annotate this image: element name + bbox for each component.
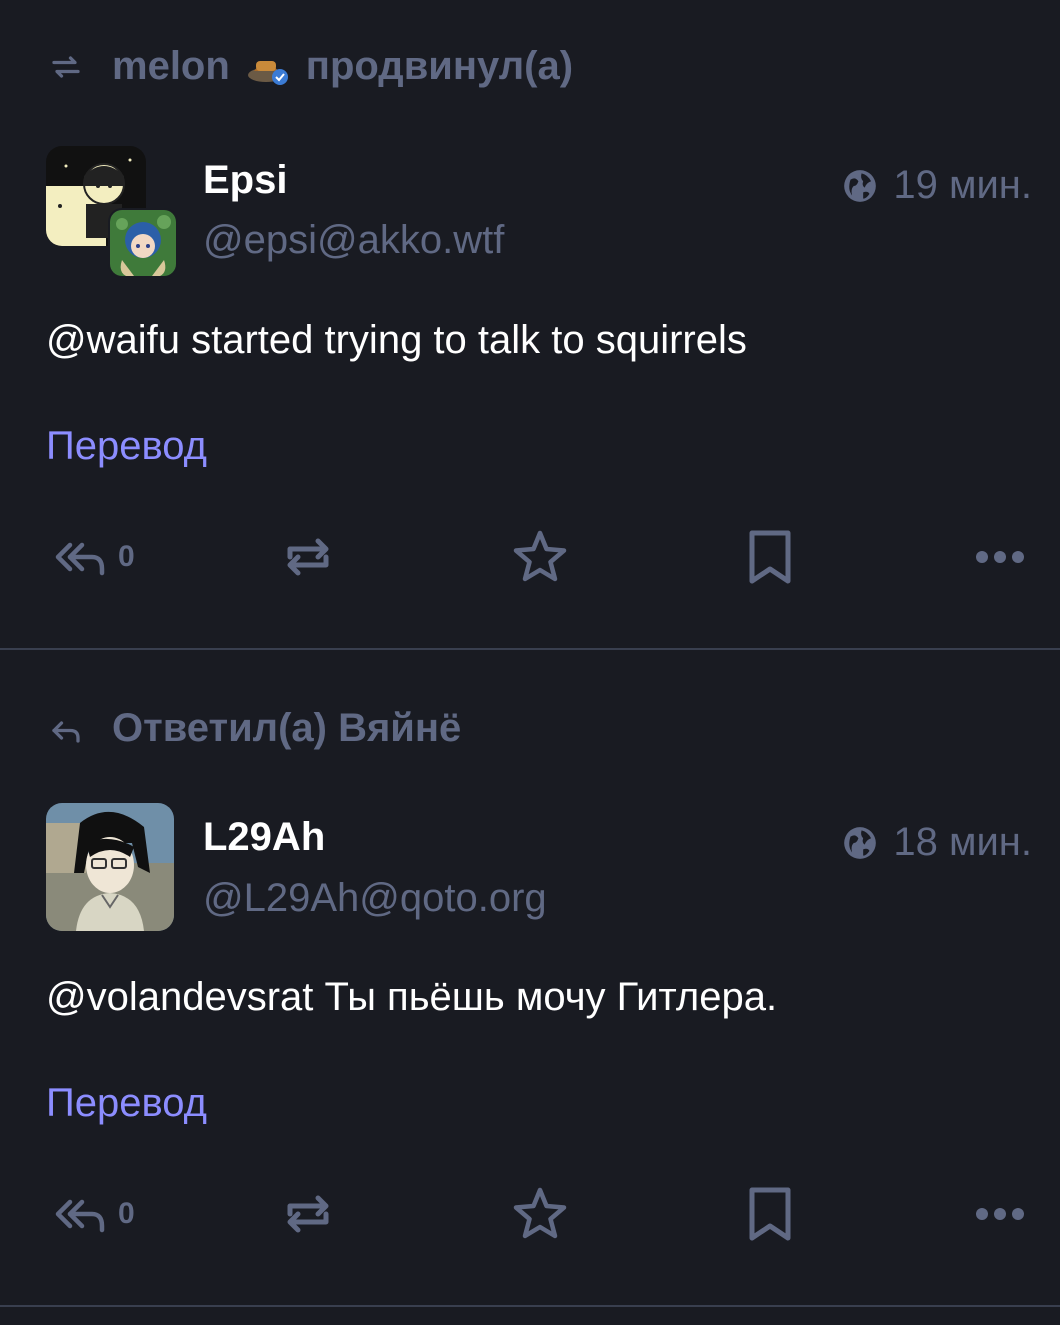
relative-time[interactable]: 19 мин.: [893, 163, 1032, 208]
globe-icon: [844, 826, 877, 859]
relative-time[interactable]: 18 мин.: [893, 820, 1032, 865]
favourite-button[interactable]: [510, 527, 570, 587]
bookmark-icon: [749, 1187, 791, 1241]
boost-icon: [287, 538, 329, 576]
reply-all-icon: [55, 1199, 105, 1233]
reply-all-icon: [55, 542, 105, 576]
boost-button[interactable]: [278, 527, 338, 587]
boost-icon: [52, 55, 80, 78]
more-icon: [976, 551, 1024, 563]
reply-button[interactable]: 0: [48, 1184, 135, 1244]
avatar[interactable]: [46, 803, 174, 931]
reply-context-text[interactable]: Ответил(а) Вяйнё: [112, 706, 461, 751]
reply-count: 0: [118, 540, 135, 573]
bookmark-icon: [749, 530, 791, 584]
status-content: @volandevsrat Ты пьёшь мочу Гитлера.: [46, 975, 778, 1019]
timestamp[interactable]: 19 мин.: [841, 163, 1032, 208]
account-handle[interactable]: @L29Ah@qoto.org: [203, 876, 547, 921]
custom-emoji-icon: [247, 60, 288, 85]
account-handle[interactable]: @epsi@akko.wtf: [203, 218, 504, 263]
action-bar: 0: [48, 1184, 1028, 1244]
account-avatar[interactable]: [46, 803, 174, 931]
reply-icon: [52, 720, 80, 743]
boost-icon: [287, 1195, 329, 1233]
timestamp[interactable]: 18 мин.: [841, 820, 1032, 865]
action-bar: 0: [48, 527, 1028, 587]
reply-context: Ответил(а) Вяйнё: [48, 706, 461, 751]
boosting-user[interactable]: melon: [112, 44, 230, 89]
status-content: @waifu started trying to talk to squirre…: [46, 318, 747, 362]
reply-count: 0: [118, 1197, 135, 1230]
translate-button[interactable]: Перевод: [46, 424, 207, 469]
status-post[interactable]: melon продвинул(а) Epsi @epsi@akko.wtf 1…: [0, 0, 1060, 650]
favourite-button[interactable]: [510, 1184, 570, 1244]
boost-account-avatar[interactable]: [108, 208, 178, 278]
avatar[interactable]: [46, 146, 178, 278]
boost-context: melon продвинул(а): [48, 44, 573, 89]
star-icon: [513, 530, 567, 582]
more-button[interactable]: [970, 1184, 1030, 1244]
globe-icon: [844, 169, 877, 202]
star-icon: [513, 1187, 567, 1239]
reply-button[interactable]: 0: [48, 527, 135, 587]
more-icon: [976, 1208, 1024, 1220]
display-name[interactable]: Epsi: [203, 158, 287, 203]
translate-button[interactable]: Перевод: [46, 1081, 207, 1126]
bookmark-button[interactable]: [740, 1184, 800, 1244]
more-button[interactable]: [970, 527, 1030, 587]
bookmark-button[interactable]: [740, 527, 800, 587]
boost-button[interactable]: [278, 1184, 338, 1244]
display-name[interactable]: L29Ah: [203, 815, 325, 860]
boost-action-text: продвинул(а): [305, 44, 574, 88]
